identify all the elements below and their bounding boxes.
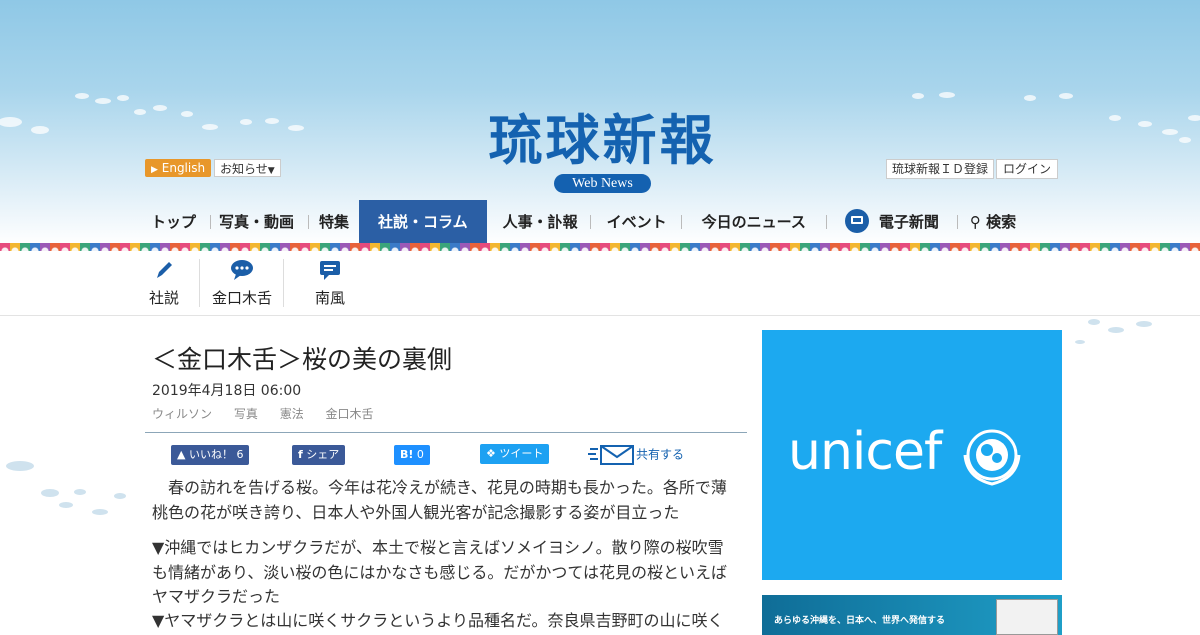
notice-label: お知らせ [220, 162, 268, 176]
tag-link[interactable]: 憲法 [280, 407, 304, 421]
kyoyu-label: 共有する [636, 447, 685, 462]
nav-divider [825, 215, 827, 229]
facebook-icon: f [298, 448, 303, 461]
notice-dropdown[interactable]: お知らせ▼ [214, 159, 281, 177]
sub-item-editorial[interactable]: 社説 [148, 259, 180, 308]
nav-item-feature[interactable]: 特集 [319, 200, 349, 244]
pen-icon [157, 262, 172, 278]
logo-title: 琉球新報 [488, 108, 717, 172]
share-by-email-button[interactable]: 共有する [588, 443, 684, 467]
sub-item-kinkuchi-mokuzetsu[interactable]: 金口木舌 [210, 259, 274, 308]
search-label: 検索 [986, 213, 1017, 231]
unicef-wordmark: unicef [788, 422, 942, 482]
hatena-bookmark-button[interactable]: B! 0 [394, 445, 430, 465]
hatena-count: 0 [416, 448, 424, 461]
sub-item-label: 社説 [148, 289, 179, 307]
speech-bubble-icon [231, 260, 253, 280]
search-icon: ⚲ [969, 213, 981, 231]
sub-divider [283, 259, 284, 307]
caret-down-icon: ▼ [267, 166, 275, 176]
nav-divider [680, 215, 682, 229]
nav-divider [308, 215, 310, 229]
nav-item-editorial-column[interactable]: 社説・コラム [359, 200, 487, 244]
envelope-icon [588, 445, 634, 465]
sub-nav: 社説 金口木舌 南風 [0, 251, 1200, 316]
unicef-ad[interactable]: unicef [762, 330, 1062, 580]
nav-item-e-newspaper[interactable]: 電子新聞 [844, 200, 939, 244]
nav-item-top[interactable]: トップ [145, 200, 196, 244]
nav-item-photo-video[interactable]: 写真・動画 [219, 200, 294, 244]
facebook-share-button[interactable]: f シェア [292, 445, 346, 465]
english-label: English [161, 161, 206, 175]
ryukyu-shimpo-banner-ad[interactable]: あらゆる沖縄を、日本へ、世界へ発信する [762, 595, 1062, 635]
nav-divider [210, 215, 212, 229]
hatena-label: B! [400, 448, 414, 461]
e-newspaper-icon [844, 208, 869, 233]
nav-divider [956, 215, 958, 229]
article-paragraph: 春の訪れを告げる桜。今年は花冷えが続き、花見の時期も長かった。各所で薄桃色の花が… [152, 478, 727, 522]
share-label: シェア [306, 448, 340, 461]
login-button[interactable]: ログイン [996, 159, 1059, 179]
chat-icon [320, 261, 340, 280]
sub-item-label: 金口木舌 [211, 289, 272, 307]
tag-link[interactable]: ウィルソン [152, 407, 212, 421]
tweet-button[interactable]: ❖ ツイート [480, 444, 550, 464]
site-logo[interactable]: 琉球新報 Web News [450, 108, 755, 193]
sub-divider [199, 259, 200, 307]
article-tags: ウィルソン 写真 憲法 金口木舌 [152, 405, 392, 422]
like-label: いいね！ [188, 448, 233, 461]
sub-item-nanpu[interactable]: 南風 [314, 259, 346, 308]
thumbs-up-icon: ▲ [177, 448, 186, 461]
facebook-like-button[interactable]: ▲ いいね！ 6 [171, 445, 250, 465]
article-date: 2019年4月18日 06:00 [152, 383, 302, 399]
main-nav: トップ 写真・動画 特集 社説・コラム 人事・訃報 イベント 今日のニュース 電… [145, 200, 1016, 244]
banner-text: あらゆる沖縄を、日本へ、世界へ発信する [774, 616, 946, 626]
article-divider [145, 432, 747, 433]
nav-item-search[interactable]: ⚲ 検索 [970, 200, 1016, 244]
unicef-emblem-icon [963, 429, 1021, 486]
article-paragraph: ▼沖縄ではヒカンザクラだが、本土で桜と言えばソメイヨシノ。散り際の桜吹雪も情緒が… [152, 538, 728, 606]
nav-item-todays-news[interactable]: 今日のニュース [702, 200, 806, 244]
sub-item-label: 南風 [314, 289, 345, 307]
tweet-label: ツイート [499, 447, 544, 460]
nav-item-event[interactable]: イベント [607, 200, 667, 244]
tag-link[interactable]: 金口木舌 [326, 407, 374, 421]
twitter-bird-icon: ❖ [486, 447, 496, 460]
article-title: ＜金口木舌＞桜の美の裏側 [152, 345, 453, 374]
english-button[interactable]: ▶ English [145, 159, 212, 177]
like-count: 6 [236, 448, 244, 461]
logo-badge: Web News [554, 174, 651, 193]
e-newspaper-label: 電子新聞 [878, 213, 939, 231]
tag-link[interactable]: 写真 [234, 407, 258, 421]
id-register-button[interactable]: 琉球新報ＩＤ登録 [886, 159, 995, 179]
decorative-pattern-overlay [0, 243, 1200, 251]
nav-divider [589, 215, 591, 229]
nav-item-personnel-obituary[interactable]: 人事・訃報 [503, 200, 578, 244]
play-triangle-icon: ▶ [151, 165, 158, 175]
